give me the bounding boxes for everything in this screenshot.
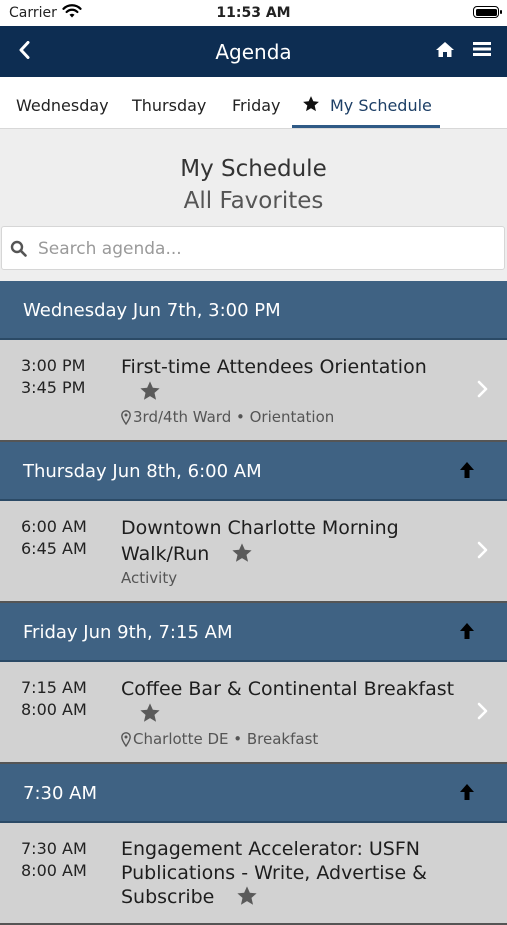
session-location-row: Charlotte DE • Breakfast — [121, 730, 466, 748]
session-row[interactable]: 3:00 PM 3:45 PM First-time Attendees Ori… — [0, 340, 507, 442]
session-category: Activity — [121, 569, 178, 587]
section-heading: My Schedule — [180, 156, 327, 182]
location-pin-icon — [121, 409, 131, 425]
home-icon — [436, 41, 454, 57]
chevron-right-icon — [477, 702, 488, 720]
group-header: 7:30 AM — [0, 764, 507, 823]
tab-thursday[interactable]: Thursday — [132, 77, 206, 128]
favorite-star-icon[interactable] — [236, 885, 258, 907]
chevron-right-icon — [477, 380, 488, 398]
session-title-line: Engagement Accelerator: USFN — [121, 838, 420, 860]
session-title-line-with-star: Subscribe — [121, 885, 466, 909]
session-start: 3:00 PM — [21, 356, 86, 375]
favorite-row — [121, 702, 466, 728]
session-time: 7:15 AM 8:00 AM — [21, 677, 87, 721]
session-title: First-time Attendees Orientation — [121, 356, 427, 378]
arrow-up-icon[interactable] — [458, 783, 476, 801]
group-title: Thursday Jun 8th, 6:00 AM — [23, 461, 262, 482]
clock: 11:53 AM — [216, 5, 291, 21]
session-row[interactable]: 7:30 AM 8:00 AM Engagement Accelerator: … — [0, 823, 507, 925]
star-icon — [303, 95, 319, 111]
page-title: Agenda — [215, 40, 292, 64]
arrow-up-icon[interactable] — [458, 622, 476, 640]
favorite-star-icon[interactable] — [139, 380, 161, 402]
session-title-line: Subscribe — [121, 886, 215, 908]
search-bar — [1, 226, 505, 270]
menu-button[interactable] — [469, 36, 495, 62]
home-button[interactable] — [432, 36, 458, 62]
session-start: 6:00 AM — [21, 517, 87, 536]
session-start: 7:15 AM — [21, 678, 87, 697]
group-title: Friday Jun 9th, 7:15 AM — [23, 622, 233, 643]
session-end: 3:45 PM — [21, 378, 86, 397]
search-input[interactable] — [36, 233, 500, 265]
agenda-list: Wednesday Jun 7th, 3:00 PM 3:00 PM 3:45 … — [0, 281, 507, 925]
session-title-line: Publications - Write, Advertise & — [121, 862, 427, 884]
session-title-line-with-star: Walk/Run — [121, 541, 466, 567]
back-button[interactable] — [12, 36, 36, 64]
session-details: Coffee Bar & Continental Breakfast Charl… — [121, 676, 466, 748]
navigation-bar: Agenda — [0, 26, 507, 77]
tab-my-schedule-label: My Schedule — [330, 96, 432, 115]
menu-icon — [473, 42, 491, 56]
session-location-row: 3rd/4th Ward • Orientation — [121, 408, 466, 426]
tab-my-schedule[interactable]: My Schedule — [302, 77, 432, 128]
section-subheading: All Favorites — [183, 188, 324, 214]
session-end: 8:00 AM — [21, 700, 87, 719]
favorite-star-icon[interactable] — [139, 702, 161, 724]
session-title: Downtown Charlotte Morning Walk/Run — [121, 515, 466, 567]
session-time: 7:30 AM 8:00 AM — [21, 838, 87, 882]
active-tab-indicator — [292, 125, 440, 128]
favorite-star-icon[interactable] — [231, 542, 253, 564]
session-time: 3:00 PM 3:45 PM — [21, 355, 85, 399]
tab-friday[interactable]: Friday — [232, 77, 281, 128]
session-details: Downtown Charlotte Morning Walk/Run Acti… — [121, 515, 466, 587]
session-time: 6:00 AM 6:45 AM — [21, 516, 87, 560]
battery-icon — [473, 6, 502, 18]
group-header: Wednesday Jun 7th, 3:00 PM — [0, 281, 507, 340]
session-end: 6:45 AM — [21, 539, 87, 558]
session-title: Coffee Bar & Continental Breakfast — [121, 678, 455, 700]
day-tabs: Wednesday Thursday Friday My Schedule — [0, 77, 507, 129]
group-header: Thursday Jun 8th, 6:00 AM — [0, 442, 507, 501]
session-location: 3rd/4th Ward • Orientation — [133, 408, 335, 426]
session-end: 8:00 AM — [21, 861, 87, 880]
session-row[interactable]: 7:15 AM 8:00 AM Coffee Bar & Continental… — [0, 662, 507, 764]
session-title-line: Downtown Charlotte Morning — [121, 517, 399, 539]
arrow-up-icon[interactable] — [458, 461, 476, 479]
status-bar: Carrier 11:53 AM — [0, 0, 507, 26]
session-title: Engagement Accelerator: USFN Publication… — [121, 837, 466, 909]
group-title: 7:30 AM — [23, 783, 97, 804]
session-row[interactable]: 6:00 AM 6:45 AM Downtown Charlotte Morni… — [0, 501, 507, 603]
location-pin-icon — [121, 731, 131, 747]
group-header: Friday Jun 9th, 7:15 AM — [0, 603, 507, 662]
session-title-line: Walk/Run — [121, 543, 210, 565]
back-icon — [19, 41, 30, 59]
session-location: Charlotte DE • Breakfast — [133, 730, 319, 748]
group-title: Wednesday Jun 7th, 3:00 PM — [23, 300, 281, 321]
tab-wednesday[interactable]: Wednesday — [16, 77, 109, 128]
session-start: 7:30 AM — [21, 839, 87, 858]
session-details: Engagement Accelerator: USFN Publication… — [121, 837, 466, 909]
search-icon — [10, 240, 27, 257]
chevron-right-icon — [477, 541, 488, 559]
session-details: First-time Attendees Orientation 3rd/4th… — [121, 354, 466, 426]
favorite-row — [121, 380, 466, 406]
